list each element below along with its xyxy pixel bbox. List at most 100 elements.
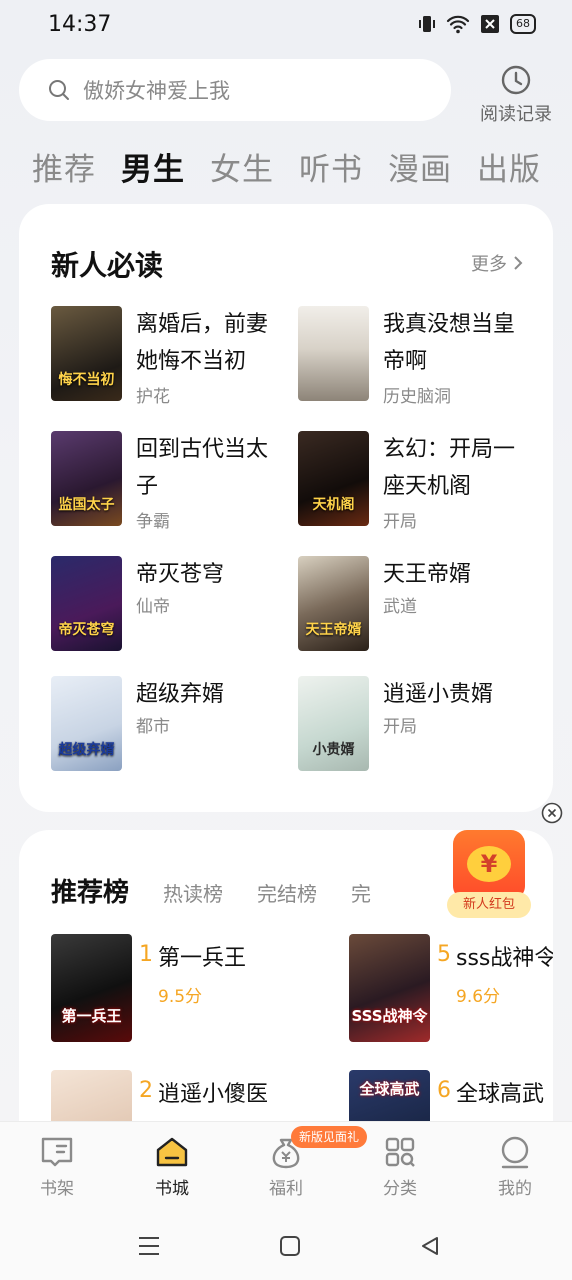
book-tag: 争霸 [136,512,170,532]
nav-category[interactable]: 分类 [360,1134,440,1199]
tab-male[interactable]: 男生 [121,144,210,189]
menu-icon[interactable] [137,1235,161,1257]
cover-text: 天机阁 [312,497,355,513]
book-item[interactable]: 天王帝婿 天王帝婿 武道 [298,556,538,652]
book-title: 我真没想当皇帝啊 [383,312,516,374]
book-tag: 护花 [136,387,170,407]
book-item[interactable]: 小贵婿 逍遥小贵婿 开局 [298,676,538,772]
reading-history-label: 阅读记录 [480,104,552,125]
book-tag: 都市 [136,717,170,737]
book-cover: 悔不当初 [51,306,122,401]
book-cover [298,306,369,401]
status-icons: 68 [418,14,536,34]
book-cover: SSS战神令 [349,934,430,1042]
ranking-tabs: 推荐榜 热读榜 完结榜 完 [51,872,405,909]
tab-more-rank[interactable]: 完 [351,878,371,907]
new-version-gift-badge: 新版见面礼 [291,1126,368,1148]
book-tag: 开局 [383,512,417,532]
book-tag: 武道 [383,597,417,617]
tab-comics[interactable]: 漫画 [388,144,477,189]
home-icon [156,1137,188,1167]
tab-finished-rank[interactable]: 完结榜 [257,878,317,907]
cover-text: 超级弃婿 [58,742,115,758]
tab-female[interactable]: 女生 [210,144,299,189]
reading-history-button[interactable]: 阅读记录 [478,64,554,126]
rank-title: 全球高武 [456,1082,545,1107]
new-reader-section: 新人必读 更多 悔不当初 离婚后，前妻她悔不当初 护花 我真没想当皇帝啊 历史脑… [19,204,553,812]
more-label: 更多 [471,254,507,275]
rank-number: 2 [139,1078,153,1103]
rank-title: 逍遥小傻医 [158,1082,269,1107]
rank-number: 6 [437,1078,451,1103]
tab-publishing[interactable]: 出版 [477,144,566,189]
chevron-right-icon [514,256,523,270]
status-bar: 14:37 68 [0,0,572,50]
book-tag: 仙帝 [136,597,170,617]
home-button-icon[interactable] [279,1235,301,1257]
nav-label: 福利 [269,1179,303,1199]
yen-icon: ¥ [467,846,511,882]
nav-label: 我的 [498,1179,532,1199]
back-icon[interactable] [419,1235,441,1257]
book-cover: 监国太子 [51,431,122,526]
clock-icon [501,65,531,95]
nav-profile[interactable]: 我的 [475,1134,555,1199]
more-link[interactable]: 更多 [471,250,523,276]
rank-score: 9.5分 [158,987,203,1007]
book-item[interactable]: 超级弃婿 超级弃婿 都市 [51,676,291,772]
book-cover: 天王帝婿 [298,556,369,651]
search-icon [49,80,69,100]
nav-label: 分类 [383,1179,417,1199]
book-title: 超级弃婿 [136,682,225,707]
nav-label: 书架 [40,1179,74,1199]
bottom-nav: 书架 书城 福利 分类 我的 [0,1121,572,1214]
book-cover: 超级弃婿 [51,676,122,771]
battery-indicator: 68 [510,14,536,34]
book-item[interactable]: 我真没想当皇帝啊 历史脑洞 [298,306,538,407]
book-title: 离婚后，前妻她悔不当初 [136,312,269,374]
cover-text: 小贵婿 [312,742,355,758]
rank-number: 5 [437,942,451,967]
book-item[interactable]: 监国太子 回到古代当太子 争霸 [51,431,291,532]
status-time: 14:37 [48,12,112,37]
tab-hot-rank[interactable]: 热读榜 [163,878,223,907]
cover-text: 全球高武 [359,1080,420,1098]
ranking-item[interactable]: 第一兵王 1 第一兵王 9.5分 [51,934,351,1044]
profile-icon [501,1136,529,1169]
wifi-icon [446,15,470,34]
new-user-red-packet[interactable]: ¥ 新人红包 [447,830,531,922]
tab-recommend[interactable]: 推荐 [32,144,121,189]
ranking-item[interactable]: SSS战神令 5 sss战神令 9.6分 [349,934,553,1044]
nav-bookshelf[interactable]: 书架 [17,1134,97,1199]
system-nav-bar [0,1213,572,1280]
book-title: 回到古代当太子 [136,437,269,499]
cover-text: 第一兵王 [61,1007,122,1025]
book-cover: 小贵婿 [298,676,369,771]
cover-text: 帝灭苍穹 [58,622,115,638]
tab-audio[interactable]: 听书 [299,144,388,189]
grid-icon [385,1137,415,1167]
book-title: 帝灭苍穹 [136,562,225,587]
book-cover: 第一兵王 [51,934,132,1042]
cover-text: 监国太子 [58,497,115,513]
nav-label: 书城 [155,1179,189,1199]
book-cover: 帝灭苍穹 [51,556,122,651]
cover-text: SSS战神令 [351,1007,428,1025]
nav-bookstore[interactable]: 书城 [132,1134,212,1199]
rank-number: 1 [139,942,153,967]
book-title: 逍遥小贵婿 [383,682,494,707]
rank-score: 9.6分 [456,987,501,1007]
search-placeholder: 傲娇女神爱上我 [83,79,230,103]
cover-text: 悔不当初 [58,372,115,388]
red-packet-label: 新人红包 [447,892,531,918]
no-sim-icon [481,15,499,33]
rank-title: sss战神令 [456,946,553,971]
book-icon [41,1137,73,1167]
search-bar[interactable]: 傲娇女神爱上我 [19,59,451,121]
close-icon[interactable] [541,802,563,824]
book-item[interactable]: 帝灭苍穹 帝灭苍穹 仙帝 [51,556,291,652]
book-item[interactable]: 悔不当初 离婚后，前妻她悔不当初 护花 [51,306,291,407]
book-item[interactable]: 天机阁 玄幻：开局一座天机阁 开局 [298,431,538,532]
tab-recommend-rank[interactable]: 推荐榜 [51,872,130,909]
book-tag: 历史脑洞 [383,387,451,407]
